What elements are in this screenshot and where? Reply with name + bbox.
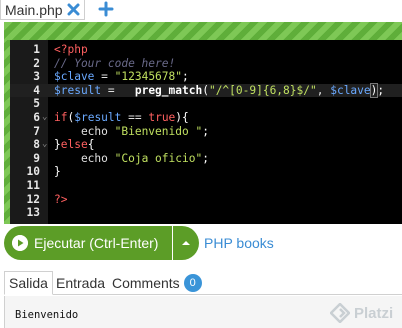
code-line[interactable]: 7 echo "Bienvenido ";: [10, 125, 402, 139]
code-text: $result = preg_match("/^[0-9]{6,8}$/", $…: [54, 82, 385, 98]
php-books-link[interactable]: PHP books: [204, 235, 274, 251]
tab-entrada-label: Entrada: [56, 275, 106, 291]
code-token: ;: [202, 124, 209, 138]
play-icon: [12, 235, 28, 251]
run-button[interactable]: Ejecutar (Ctrl-Enter): [4, 226, 172, 260]
line-number: 8: [33, 138, 40, 152]
code-line[interactable]: 8 ⌄}else{: [10, 138, 402, 152]
output-text: Bienvenido: [15, 309, 79, 321]
code-token: ;: [377, 83, 385, 97]
code-token: else: [60, 138, 88, 152]
code-token: ){: [175, 111, 189, 124]
code-token: true: [148, 111, 176, 124]
code-line[interactable]: 2 // Your code here!: [10, 57, 402, 71]
line-number: 7: [33, 124, 40, 138]
line-number: 3: [33, 70, 40, 84]
code-text: echo "Coja oficio";: [54, 152, 209, 166]
code-editor[interactable]: 1 <?php 2 // Your code here! 3 $clave = "1234…: [10, 40, 402, 224]
line-number: 2: [33, 56, 40, 70]
code-token: ==: [121, 111, 149, 124]
code-line[interactable]: 4 $result = preg_match("/^[0-9]{6,8}$/", …: [10, 82, 402, 98]
comments-count-badge: 0: [183, 274, 202, 292]
tab-comments-label: Comments: [112, 275, 180, 291]
code-line[interactable]: 11: [10, 179, 402, 193]
run-options-dropdown[interactable]: [173, 226, 199, 260]
code-token: <?php: [54, 43, 88, 56]
tab-main-php[interactable]: Main.php: [0, 0, 85, 20]
code-token: {: [87, 138, 95, 152]
line-number: 11: [26, 179, 40, 192]
code-token: ;: [202, 151, 209, 165]
line-number: 10: [26, 165, 40, 179]
code-token: $clave: [54, 70, 95, 84]
run-button-label: Ejecutar (Ctrl-Enter): [34, 235, 159, 251]
code-line[interactable]: 12 ?>: [10, 193, 402, 207]
code-text: }else{: [54, 138, 94, 152]
code-token: ?>: [54, 192, 68, 206]
code-line[interactable]: 3 $clave = "12345678";: [10, 70, 402, 84]
line-number: 12: [26, 192, 40, 206]
code-token: $clave: [330, 83, 371, 97]
platzi-watermark: Platzi: [330, 301, 400, 325]
code-token: ;: [182, 70, 189, 84]
code-line[interactable]: 10}: [10, 165, 402, 179]
code-text: if($result == true){: [54, 111, 189, 125]
close-icon[interactable]: [67, 3, 80, 16]
tab-label: Main.php: [5, 1, 63, 18]
code-token: "Bienvenido ": [114, 124, 203, 138]
code-text: echo "Bienvenido ";: [54, 125, 209, 139]
fold-toggle-icon[interactable]: ⌄: [42, 138, 47, 152]
code-line[interactable]: 13: [10, 206, 402, 220]
code-token: "12345678": [114, 70, 182, 84]
code-line[interactable]: 5: [10, 97, 402, 111]
code-text: // Your code here!: [54, 57, 175, 71]
code-text: <?php: [54, 43, 88, 57]
code-token: if: [54, 111, 68, 124]
fold-toggle-icon[interactable]: ⌄: [42, 111, 47, 125]
line-number: 1: [33, 43, 40, 56]
editor-stripe-top: [4, 22, 402, 40]
code-token: =: [94, 70, 115, 84]
line-number: 6: [33, 111, 40, 124]
code-editor-frame: 1 <?php 2 // Your code here! 3 $clave = "1234…: [4, 22, 402, 224]
tab-entrada[interactable]: Entrada: [56, 271, 105, 295]
code-token: }: [54, 138, 61, 152]
tab-salida-label: Salida: [9, 275, 48, 291]
line-number: 5: [33, 97, 40, 111]
tab-salida[interactable]: Salida: [4, 271, 53, 295]
code-line[interactable]: 1 <?php: [10, 43, 402, 57]
code-token: $result: [74, 111, 122, 124]
code-token: "Coja oficio": [114, 151, 203, 165]
code-token: $result: [54, 83, 102, 97]
code-token: echo: [54, 124, 115, 138]
code-token: "/^[0-9]{6,8}$/": [208, 83, 317, 97]
platzi-logo-icon: [330, 303, 350, 323]
code-token: =: [101, 83, 135, 97]
output-tabs: Salida Entrada Comments 0: [4, 271, 402, 295]
code-token: ,: [316, 83, 331, 97]
code-text: }: [54, 165, 61, 179]
chevron-up-icon: [182, 241, 190, 245]
code-line[interactable]: 6 ⌄ if($result == true){: [10, 111, 402, 125]
code-token: preg_match: [134, 83, 203, 97]
code-token: // Your code here!: [54, 56, 176, 70]
code-token: (: [202, 83, 209, 97]
tab-bar: Main.php: [0, 0, 402, 20]
watermark-text: Platzi: [354, 304, 394, 322]
tab-comments[interactable]: Comments 0: [112, 271, 202, 295]
line-number: 13: [26, 206, 40, 220]
line-number: 4: [33, 83, 40, 97]
code-token: }: [54, 165, 61, 179]
code-line[interactable]: 9 echo "Coja oficio";: [10, 152, 402, 166]
add-tab-icon[interactable]: [98, 1, 114, 17]
code-text: $clave = "12345678";: [54, 70, 189, 84]
line-number: 9: [33, 151, 40, 165]
code-text: ?>: [54, 193, 67, 207]
code-token: echo: [54, 151, 115, 165]
